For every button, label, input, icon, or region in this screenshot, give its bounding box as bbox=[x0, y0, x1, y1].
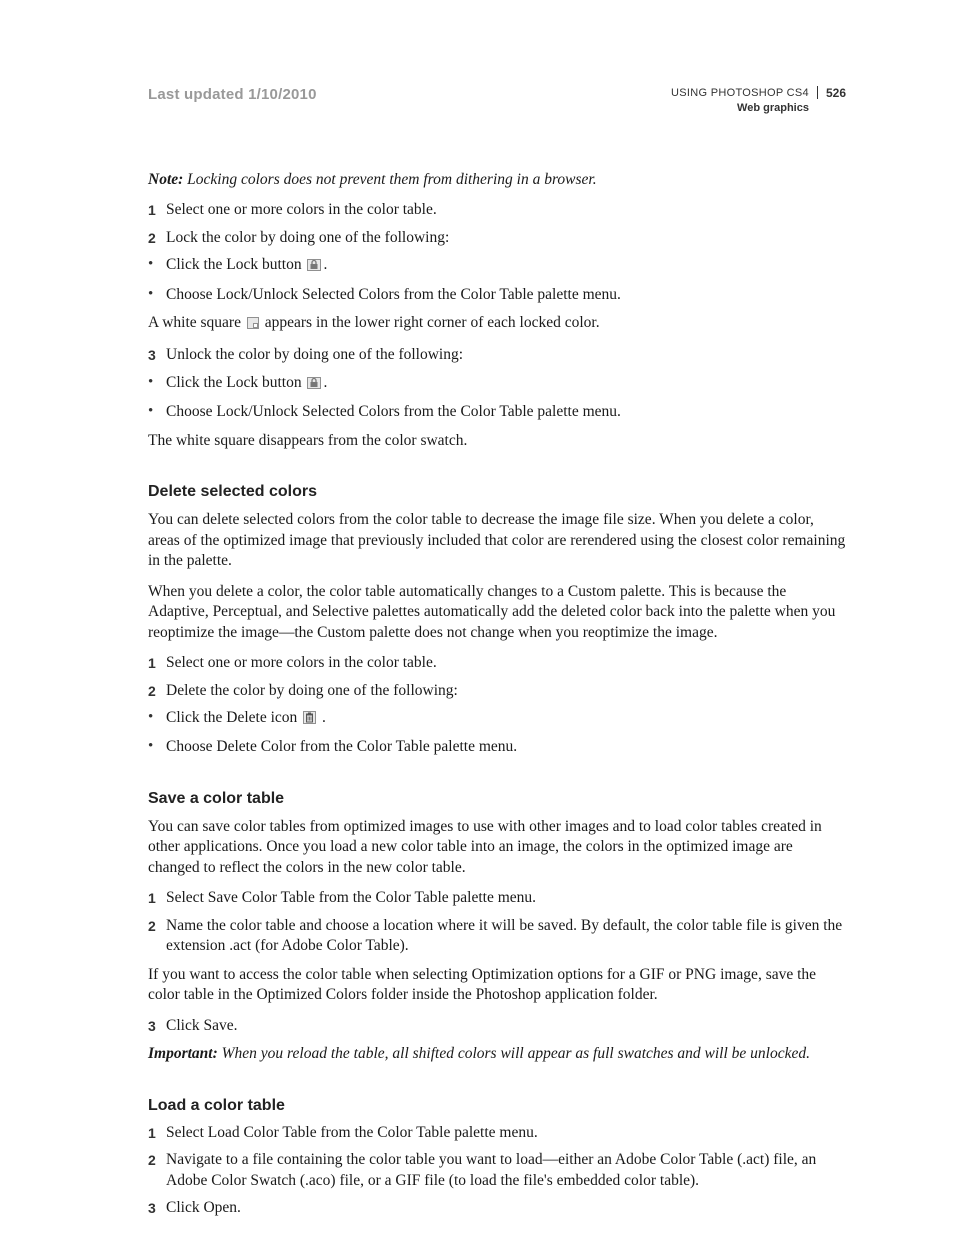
step-text: Select Save Color Table from the Color T… bbox=[166, 888, 846, 908]
step-1: 1 Select one or more colors in the color… bbox=[148, 653, 846, 673]
step-number: 3 bbox=[148, 1016, 166, 1036]
header-titles: USING PHOTOSHOP CS4 Web graphics bbox=[671, 86, 817, 116]
bullet-text: Click the Delete icon . bbox=[166, 708, 846, 730]
page-number: 526 bbox=[817, 86, 846, 99]
bullet-text: Click the Lock button . bbox=[166, 373, 846, 395]
bullet-text: Click the Lock button . bbox=[166, 255, 846, 277]
step-text: Lock the color by doing one of the follo… bbox=[166, 228, 846, 248]
step-3: 3 Click Open. bbox=[148, 1198, 846, 1218]
lock-icon bbox=[307, 257, 321, 277]
step-number: 2 bbox=[148, 916, 166, 936]
bullet-marker: • bbox=[148, 373, 166, 393]
bullet-marker: • bbox=[148, 708, 166, 728]
page-header: Last updated 1/10/2010 USING PHOTOSHOP C… bbox=[148, 86, 846, 116]
paragraph: You can delete selected colors from the … bbox=[148, 510, 846, 571]
bullet: • Click the Delete icon . bbox=[148, 708, 846, 730]
bullet-marker: • bbox=[148, 255, 166, 275]
paragraph: A white square appears in the lower righ… bbox=[148, 313, 846, 335]
paragraph: The white square disappears from the col… bbox=[148, 431, 846, 451]
step-text: Click Open. bbox=[166, 1198, 846, 1218]
last-updated: Last updated 1/10/2010 bbox=[148, 86, 317, 103]
bullet-text: Choose Lock/Unlock Selected Colors from … bbox=[166, 402, 846, 422]
note-text: Locking colors does not prevent them fro… bbox=[183, 171, 596, 188]
bullet-marker: • bbox=[148, 285, 166, 305]
text-post: . bbox=[323, 256, 327, 273]
text-post: appears in the lower right corner of eac… bbox=[261, 314, 600, 331]
trash-icon bbox=[303, 710, 316, 730]
step-1: 1 Select Load Color Table from the Color… bbox=[148, 1123, 846, 1143]
page: Last updated 1/10/2010 USING PHOTOSHOP C… bbox=[0, 0, 954, 1235]
step-number: 3 bbox=[148, 345, 166, 365]
lock-icon bbox=[307, 375, 321, 395]
important-label: Important: bbox=[148, 1045, 218, 1062]
step-number: 1 bbox=[148, 1123, 166, 1143]
bullet: • Click the Lock button . bbox=[148, 373, 846, 395]
text-pre: Click the Lock button bbox=[166, 256, 305, 273]
step-number: 1 bbox=[148, 653, 166, 673]
heading-load: Load a color table bbox=[148, 1095, 846, 1116]
step-number: 1 bbox=[148, 200, 166, 220]
heading-delete: Delete selected colors bbox=[148, 481, 846, 502]
text-post: . bbox=[318, 709, 326, 726]
step-text: Unlock the color by doing one of the fol… bbox=[166, 345, 846, 365]
step-2: 2 Name the color table and choose a loca… bbox=[148, 916, 846, 957]
bullet-marker: • bbox=[148, 737, 166, 757]
step-2: 2 Delete the color by doing one of the f… bbox=[148, 681, 846, 701]
step-2: 2 Lock the color by doing one of the fol… bbox=[148, 228, 846, 248]
note: Note: Locking colors does not prevent th… bbox=[148, 170, 846, 190]
bullet: • Choose Lock/Unlock Selected Colors fro… bbox=[148, 402, 846, 422]
step-text: Select one or more colors in the color t… bbox=[166, 653, 846, 673]
step-number: 2 bbox=[148, 681, 166, 701]
paragraph: When you delete a color, the color table… bbox=[148, 582, 846, 643]
step-2: 2 Navigate to a file containing the colo… bbox=[148, 1150, 846, 1191]
step-1: 1 Select one or more colors in the color… bbox=[148, 200, 846, 220]
step-text: Select one or more colors in the color t… bbox=[166, 200, 846, 220]
heading-save: Save a color table bbox=[148, 788, 846, 809]
bullet: • Choose Delete Color from the Color Tab… bbox=[148, 737, 846, 757]
step-number: 2 bbox=[148, 228, 166, 248]
bullet: • Click the Lock button . bbox=[148, 255, 846, 277]
paragraph: If you want to access the color table wh… bbox=[148, 965, 846, 1006]
step-3: 3 Click Save. bbox=[148, 1016, 846, 1036]
step-number: 1 bbox=[148, 888, 166, 908]
step-text: Delete the color by doing one of the fol… bbox=[166, 681, 846, 701]
bullet-text: Choose Delete Color from the Color Table… bbox=[166, 737, 846, 757]
step-number: 3 bbox=[148, 1198, 166, 1218]
step-text: Click Save. bbox=[166, 1016, 846, 1036]
step-number: 2 bbox=[148, 1150, 166, 1170]
bullet-text: Choose Lock/Unlock Selected Colors from … bbox=[166, 285, 846, 305]
step-text: Select Load Color Table from the Color T… bbox=[166, 1123, 846, 1143]
text-post: . bbox=[323, 374, 327, 391]
section-title: Web graphics bbox=[671, 101, 809, 116]
bullet: • Choose Lock/Unlock Selected Colors fro… bbox=[148, 285, 846, 305]
important-text: When you reload the table, all shifted c… bbox=[218, 1045, 810, 1062]
paragraph: You can save color tables from optimized… bbox=[148, 817, 846, 878]
note-label: Note: bbox=[148, 171, 183, 188]
text-pre: Click the Lock button bbox=[166, 374, 305, 391]
step-text: Navigate to a file containing the color … bbox=[166, 1150, 846, 1191]
header-right: USING PHOTOSHOP CS4 Web graphics 526 bbox=[671, 86, 846, 116]
text-pre: A white square bbox=[148, 314, 245, 331]
step-1: 1 Select Save Color Table from the Color… bbox=[148, 888, 846, 908]
step-3: 3 Unlock the color by doing one of the f… bbox=[148, 345, 846, 365]
content: Note: Locking colors does not prevent th… bbox=[148, 170, 846, 1219]
doc-title: USING PHOTOSHOP CS4 bbox=[671, 86, 809, 101]
bullet-marker: • bbox=[148, 402, 166, 422]
square-icon bbox=[247, 315, 259, 335]
text-pre: Click the Delete icon bbox=[166, 709, 301, 726]
step-text: Name the color table and choose a locati… bbox=[166, 916, 846, 957]
important-note: Important: When you reload the table, al… bbox=[148, 1044, 846, 1064]
